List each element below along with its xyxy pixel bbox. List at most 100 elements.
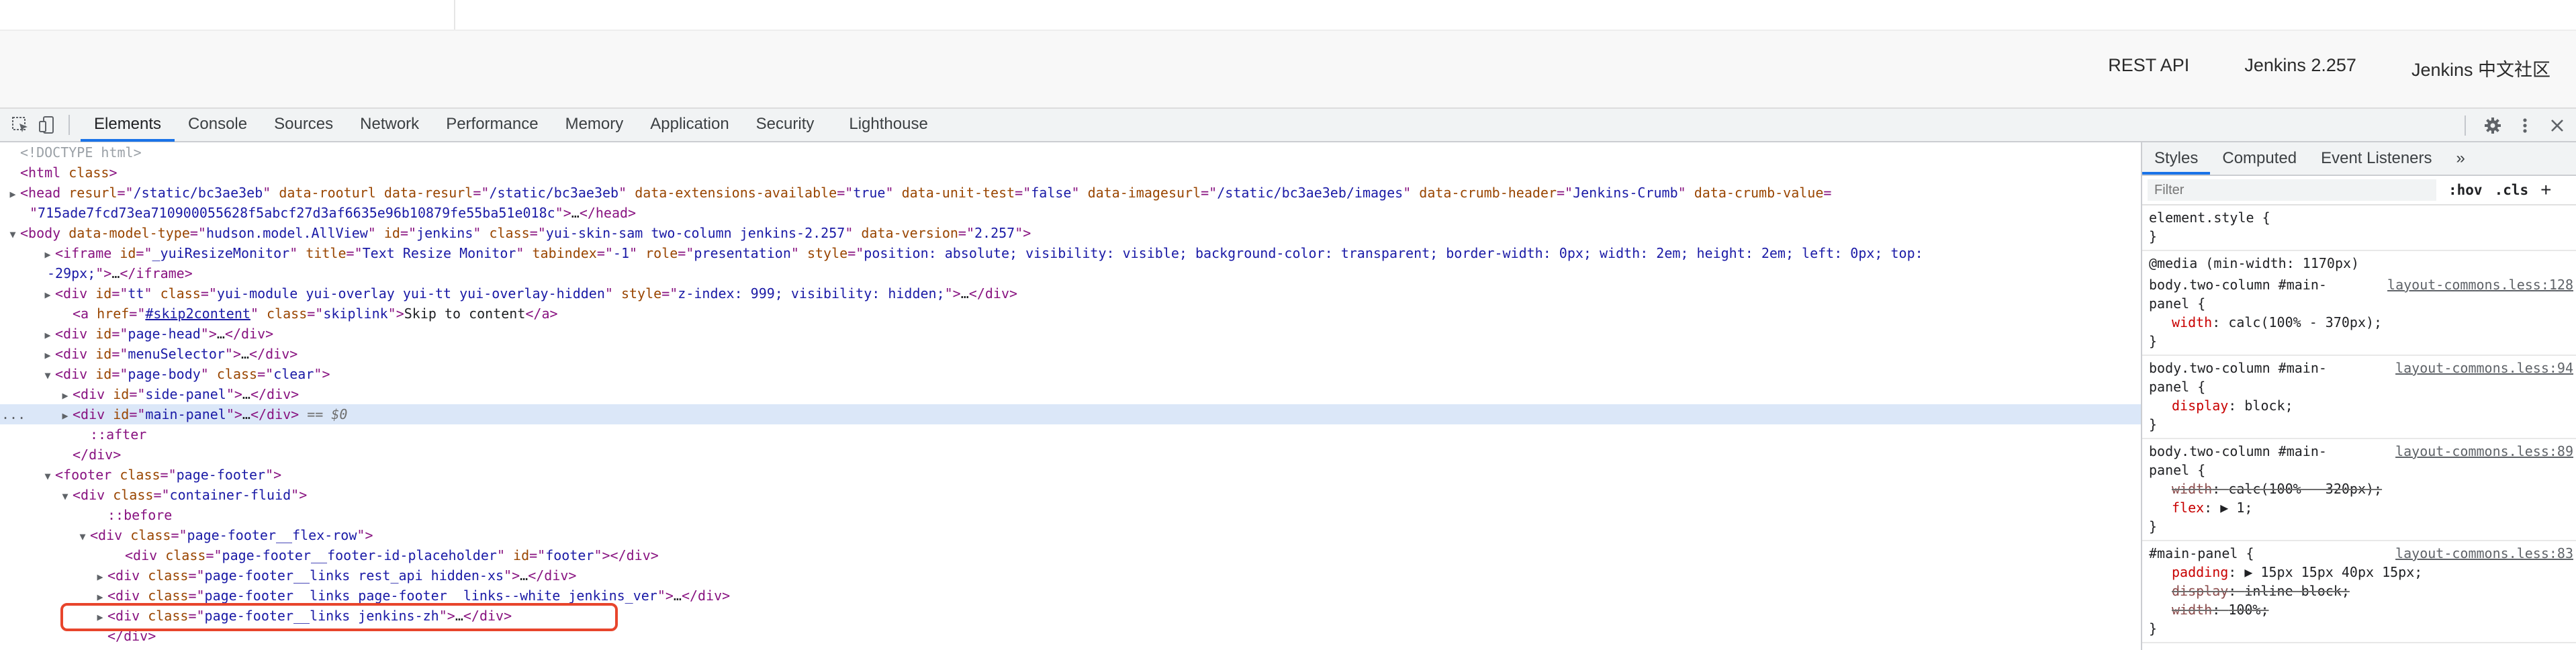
dom-node-div-menu-selector[interactable]: ▶ <div id="menuSelector">…</div>: [0, 344, 2141, 364]
elements-dom-tree[interactable]: ▶<!DOCTYPE html>▶<html class>▶<head resu…: [0, 142, 2141, 650]
css-rule[interactable]: body.two-column #main-panel {layout-comm…: [2142, 273, 2576, 356]
element-style-rule[interactable]: element.style { }: [2142, 205, 2576, 251]
dom-node-head-crumb-value[interactable]: "715ade7fcd73ea710900055628f5abcf27d3af6…: [0, 203, 2141, 223]
device-toolbar-icon[interactable]: [34, 111, 60, 138]
css-property[interactable]: width: [2172, 602, 2212, 618]
dom-token: <head: [20, 185, 69, 201]
tab-console[interactable]: Console: [175, 108, 261, 142]
hov-toggle-button[interactable]: :hov: [2448, 182, 2483, 198]
expand-triangle-icon[interactable]: ▶: [40, 285, 55, 305]
css-declaration[interactable]: flex: ▶ 1;: [2149, 498, 2569, 517]
rule-source-link[interactable]: layout-commons.less:128: [2387, 275, 2573, 294]
rule-source-link[interactable]: layout-commons.less:94: [2395, 359, 2573, 377]
collapse-triangle-icon[interactable]: ▼: [58, 486, 73, 506]
dom-token[interactable]: #skip2content: [145, 306, 250, 322]
dom-node-div-footer-id-placeholder[interactable]: ▶<div class="page-footer__footer-id-plac…: [0, 545, 2141, 565]
tab-lighthouse[interactable]: Lighthouse: [835, 108, 941, 142]
css-value[interactable]: calc(100% - 320px);: [2228, 481, 2382, 497]
node-actions-ellipsis-icon[interactable]: ...: [1, 404, 26, 424]
tab-memory[interactable]: Memory: [552, 108, 637, 142]
collapse-triangle-icon[interactable]: ▼: [40, 365, 55, 385]
css-value[interactable]: block;: [2244, 398, 2293, 414]
dom-node-skiplink-anchor[interactable]: ▶<a href="#skip2content" class="skiplink…: [0, 304, 2141, 324]
jenkins-zh-community-link[interactable]: Jenkins 中文社区: [2411, 55, 2550, 81]
dom-node-div-flex-row[interactable]: ▼ <div class="page-footer__flex-row">: [0, 525, 2141, 545]
dom-node-div-page-body[interactable]: ▼ <div id="page-body" class="clear">: [0, 364, 2141, 384]
collapse-triangle-icon[interactable]: ▼: [40, 466, 55, 486]
dom-token: </div>: [249, 346, 298, 362]
css-value[interactable]: inline-block;: [2244, 583, 2350, 599]
tab-network[interactable]: Network: [347, 108, 432, 142]
tab-elements[interactable]: Elements: [81, 108, 175, 142]
dom-node-div-side-panel[interactable]: ▶ <div id="side-panel">…</div>: [0, 384, 2141, 404]
new-style-rule-button[interactable]: +: [2540, 179, 2551, 201]
dom-node-div-tt[interactable]: ▶ <div id="tt" class="yui-module yui-over…: [0, 283, 2141, 304]
dom-node-div-footer-links-rest-api[interactable]: ▶ <div class="page-footer__links rest_api…: [0, 565, 2141, 586]
close-icon[interactable]: [2544, 112, 2571, 139]
expand-triangle-icon[interactable]: ▶: [40, 244, 55, 265]
dom-node-div-page-head[interactable]: ▶ <div id="page-head">…</div>: [0, 324, 2141, 344]
dom-node-head-collapsed[interactable]: ▶ <head resurl="/static/bc3ae3eb" data-ro…: [0, 183, 2141, 203]
css-declaration[interactable]: display: inline-block;: [2149, 582, 2569, 600]
rule-source-link[interactable]: layout-commons.less:83: [2395, 544, 2573, 563]
dom-node-pseudo-before[interactable]: ▶::before: [0, 505, 2141, 525]
css-property[interactable]: width: [2172, 481, 2212, 497]
tab-application[interactable]: Application: [637, 108, 742, 142]
css-colon: :: [2204, 500, 2221, 516]
more-vertical-icon[interactable]: [2512, 112, 2538, 139]
css-rule[interactable]: body.two-column #main-panel {layout-comm…: [2142, 356, 2576, 439]
expand-triangle-icon[interactable]: ▶: [93, 567, 107, 587]
dom-token: <div: [107, 567, 148, 584]
dom-node-html-open[interactable]: ▶<html class>: [0, 162, 2141, 183]
dom-token: …: [242, 386, 250, 402]
tab-computed[interactable]: Computed: [2210, 142, 2309, 175]
css-property[interactable]: width: [2172, 314, 2212, 330]
dom-node-footer-open[interactable]: ▼ <footer class="page-footer">: [0, 465, 2141, 485]
rule-source-link[interactable]: layout-commons.less:89: [2395, 442, 2573, 461]
css-declaration[interactable]: width: calc(100% - 320px);: [2149, 479, 2569, 498]
dom-token: =": [400, 225, 417, 241]
rest-api-link[interactable]: REST API: [2108, 55, 2189, 81]
css-value[interactable]: ▶ 15px 15px 40px 15px;: [2244, 564, 2422, 580]
css-declaration[interactable]: display: block;: [2149, 396, 2569, 415]
dom-node-pseudo-after[interactable]: ▶::after: [0, 424, 2141, 445]
dom-token: …: [520, 567, 528, 584]
jenkins-version-link[interactable]: Jenkins 2.257: [2244, 55, 2356, 81]
dom-node-div-container-fluid[interactable]: ▼ <div class="container-fluid">: [0, 485, 2141, 505]
dom-node-iframe-collapsed[interactable]: ▶ <iframe id="_yuiResizeMonitor" title="T…: [0, 243, 2141, 263]
expand-triangle-icon[interactable]: ▶: [40, 345, 55, 365]
more-tabs-chevron-icon[interactable]: »: [2444, 142, 2477, 175]
collapse-triangle-icon[interactable]: ▼: [75, 526, 90, 547]
expand-triangle-icon[interactable]: ▶: [40, 325, 55, 345]
tab-styles[interactable]: Styles: [2142, 142, 2211, 175]
css-value[interactable]: calc(100% - 370px);: [2228, 314, 2382, 330]
inspect-element-icon[interactable]: [7, 111, 34, 138]
css-value[interactable]: 100%;: [2228, 602, 2268, 618]
expand-triangle-icon[interactable]: ▶: [58, 406, 73, 426]
tab-performance[interactable]: Performance: [432, 108, 551, 142]
expand-triangle-icon[interactable]: ▶: [5, 184, 20, 204]
settings-gear-icon[interactable]: [2479, 112, 2506, 139]
collapse-triangle-icon[interactable]: ▼: [5, 224, 20, 244]
css-declaration[interactable]: width: calc(100% - 370px);: [2149, 313, 2569, 332]
styles-filter-input[interactable]: [2148, 179, 2436, 201]
css-rule[interactable]: body.two-column #main-panel {layout-comm…: [2142, 439, 2576, 541]
expand-triangle-icon[interactable]: ▶: [58, 385, 73, 406]
css-property[interactable]: display: [2172, 398, 2228, 414]
dom-node-iframe-continued[interactable]: -29px;">…</iframe>: [0, 263, 2141, 283]
tab-sources[interactable]: Sources: [261, 108, 347, 142]
dom-node-div-main-panel[interactable]: ▶ <div id="main-panel">…</div> == $0...: [0, 404, 2141, 424]
css-declaration[interactable]: width: 100%;: [2149, 600, 2569, 619]
css-property[interactable]: display: [2172, 583, 2228, 599]
css-property[interactable]: padding: [2172, 564, 2228, 580]
cls-toggle-button[interactable]: .cls: [2495, 182, 2529, 198]
css-declaration[interactable]: padding: ▶ 15px 15px 40px 15px;: [2149, 563, 2569, 582]
tab-security[interactable]: Security: [743, 108, 828, 142]
css-value[interactable]: ▶ 1;: [2220, 500, 2252, 516]
tab-event-listeners[interactable]: Event Listeners: [2309, 142, 2444, 175]
dom-node-body-open[interactable]: ▼ <body data-model-type="hudson.model.All…: [0, 223, 2141, 243]
dom-node-div-close[interactable]: ▶</div>: [0, 445, 2141, 465]
css-rule[interactable]: #main-panel {layout-commons.less:83 paddi…: [2142, 541, 2576, 643]
dom-node-doctype[interactable]: ▶<!DOCTYPE html>: [0, 142, 2141, 162]
css-property[interactable]: flex: [2172, 500, 2204, 516]
